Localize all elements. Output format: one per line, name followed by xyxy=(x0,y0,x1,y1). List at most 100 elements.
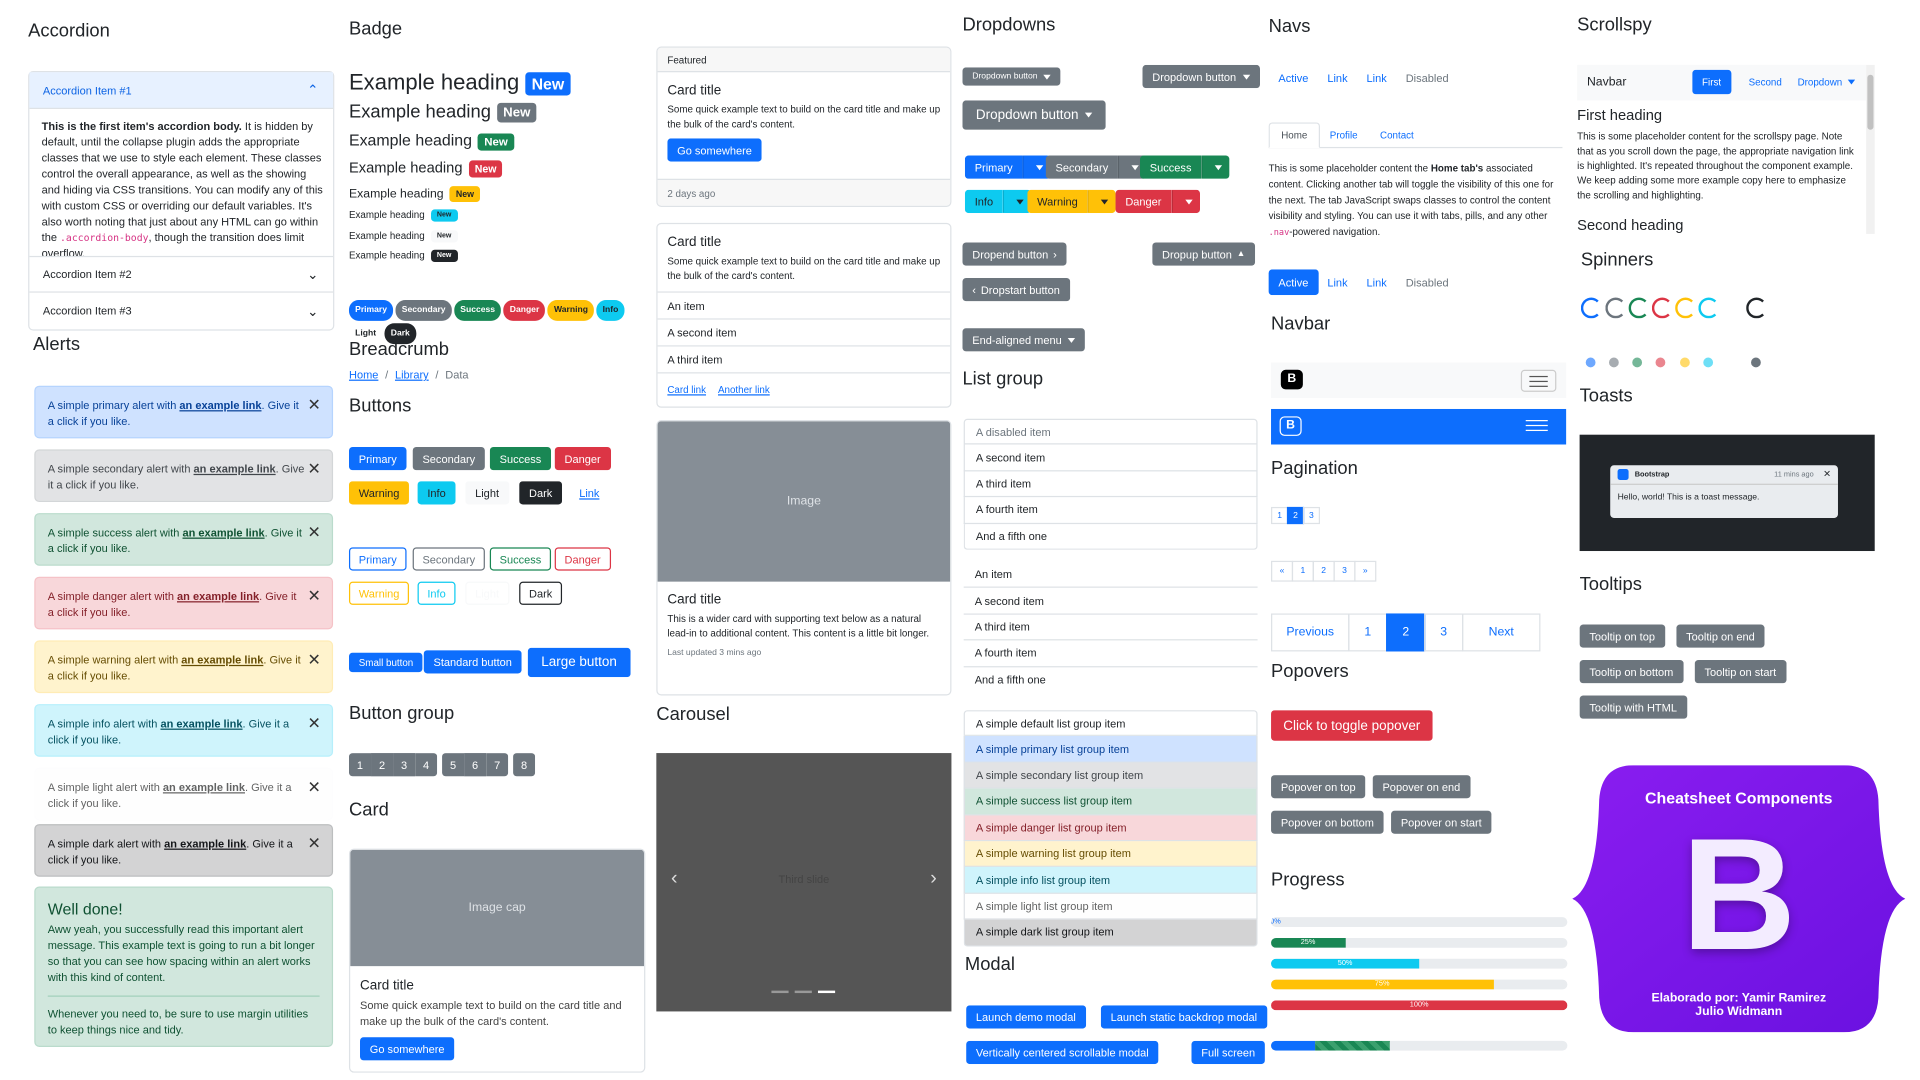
close-icon[interactable]: ✕ xyxy=(307,524,320,540)
split-dropdown-toggle[interactable] xyxy=(1201,155,1230,179)
nav-link[interactable]: Link xyxy=(1367,72,1387,84)
button-primary[interactable]: Primary xyxy=(348,446,407,471)
split-dropdown-main[interactable]: Danger xyxy=(1115,189,1172,214)
outline-button-success[interactable]: Success xyxy=(489,547,552,571)
list-group-item[interactable]: A simple info list group item xyxy=(963,867,1258,894)
close-icon[interactable]: ✕ xyxy=(307,835,320,851)
list-group-item[interactable]: A second item xyxy=(963,444,1258,472)
tooltip-bottom-button[interactable]: Tooltip on bottom xyxy=(1579,660,1684,684)
alert-link[interactable]: an example link xyxy=(164,838,246,850)
nav-link-active[interactable]: Active xyxy=(1278,72,1308,84)
carousel-indicator-active[interactable] xyxy=(817,990,836,994)
list-group-item[interactable]: A third item xyxy=(963,614,1258,641)
navbar-brand[interactable]: Navbar xyxy=(1587,76,1626,89)
list-group-item[interactable]: A simple default list group item xyxy=(963,710,1258,737)
hamburger-icon[interactable] xyxy=(1525,419,1549,432)
pagination-item[interactable]: » xyxy=(1354,560,1377,582)
tab-home[interactable]: Home xyxy=(1268,122,1321,149)
outline-button-warning[interactable]: Warning xyxy=(348,581,410,605)
list-group-item[interactable]: A simple primary list group item xyxy=(963,736,1258,763)
pagination-item[interactable]: 1 xyxy=(1291,560,1314,582)
pagination-item[interactable]: 3 xyxy=(1424,613,1464,652)
list-group-item[interactable]: An item xyxy=(963,562,1258,589)
dropup-button[interactable]: Dropup button ▲ xyxy=(1152,242,1256,266)
close-icon[interactable]: ✕ xyxy=(307,397,320,413)
list-group-item[interactable]: A fourth item xyxy=(963,497,1258,524)
tooltip-end-button[interactable]: Tooltip on end xyxy=(1676,624,1765,648)
pagination-item[interactable]: « xyxy=(1271,560,1294,582)
button-group-item-6[interactable]: 6 xyxy=(464,753,487,777)
outline-button-info[interactable]: Info xyxy=(417,581,456,605)
button-group-item-7[interactable]: 7 xyxy=(486,753,509,777)
close-icon[interactable]: ✕ xyxy=(307,779,320,795)
list-group-item[interactable]: A simple danger list group item xyxy=(963,814,1258,842)
pagination-item[interactable]: 2 xyxy=(1386,613,1426,652)
brand-logo-icon[interactable]: B xyxy=(1279,416,1302,436)
popover-start-button[interactable]: Popover on start xyxy=(1391,810,1492,834)
button-group-item-5[interactable]: 5 xyxy=(442,753,465,777)
split-dropdown-main[interactable]: Secondary xyxy=(1045,155,1119,179)
outline-button-primary[interactable]: Primary xyxy=(348,547,407,571)
button-info[interactable]: Info xyxy=(417,481,456,505)
list-group-item[interactable]: A simple secondary list group item xyxy=(963,762,1258,789)
dropdown-button-large[interactable]: Dropdown button xyxy=(962,100,1106,130)
pill-active[interactable]: Active xyxy=(1268,269,1319,296)
pill-link[interactable]: Link xyxy=(1367,277,1387,289)
outline-button-light[interactable]: Light xyxy=(465,581,509,605)
scrollspy-second-link[interactable]: Second xyxy=(1749,77,1782,88)
button-secondary[interactable]: Secondary xyxy=(412,446,485,471)
tooltip-top-button[interactable]: Tooltip on top xyxy=(1579,624,1665,648)
tab-profile[interactable]: Profile xyxy=(1330,130,1358,141)
scrollbar[interactable] xyxy=(1866,64,1875,234)
list-group-item[interactable]: A simple warning list group item xyxy=(963,841,1258,868)
another-link[interactable]: Another link xyxy=(718,384,770,395)
alert-link[interactable]: an example link xyxy=(163,781,245,793)
split-dropdown-toggle[interactable] xyxy=(1171,189,1200,214)
dropdown-button-small[interactable]: Dropdown button xyxy=(962,67,1061,86)
button-warning[interactable]: Warning xyxy=(348,481,410,505)
tooltip-start-button[interactable]: Tooltip on start xyxy=(1694,660,1786,684)
scrollspy-dropdown-link[interactable]: Dropdown xyxy=(1798,77,1856,88)
button-success[interactable]: Success xyxy=(489,446,552,471)
accordion-item-3-header[interactable]: Accordion Item #3 ⌄ xyxy=(29,291,334,329)
outline-button-danger[interactable]: Danger xyxy=(554,547,611,571)
list-group-item[interactable]: A simple light list group item xyxy=(963,893,1258,920)
popover-end-button[interactable]: Popover on end xyxy=(1372,775,1471,799)
toggle-popover-button[interactable]: Click to toggle popover xyxy=(1271,710,1433,741)
pill-link[interactable]: Link xyxy=(1327,277,1347,289)
launch-demo-modal-button[interactable]: Launch demo modal xyxy=(966,1005,1086,1029)
pagination-item[interactable]: 1 xyxy=(1271,506,1289,525)
nav-link[interactable]: Link xyxy=(1327,72,1347,84)
button-group-item-2[interactable]: 2 xyxy=(371,753,394,777)
dropstart-button[interactable]: ‹ Dropstart button xyxy=(962,277,1070,302)
go-somewhere-button[interactable]: Go somewhere xyxy=(667,138,762,162)
button-danger[interactable]: Danger xyxy=(554,446,611,471)
hamburger-icon[interactable] xyxy=(1520,369,1557,392)
pagination-item[interactable]: 3 xyxy=(1302,506,1321,525)
vertically-centered-modal-button[interactable]: Vertically centered scrollable modal xyxy=(966,1040,1159,1065)
accordion-item-2-header[interactable]: Accordion Item #2 ⌄ xyxy=(29,255,334,292)
split-dropdown-main[interactable]: Info xyxy=(964,189,1003,214)
close-icon[interactable]: ✕ xyxy=(307,460,320,476)
split-dropdown-toggle[interactable] xyxy=(1087,189,1116,214)
list-group-item[interactable]: A simple dark list group item xyxy=(963,919,1258,946)
list-group-item[interactable]: A disabled item xyxy=(963,418,1258,445)
tooltip-html-button[interactable]: Tooltip with HTML xyxy=(1579,695,1687,719)
alert-link[interactable]: an example link xyxy=(181,654,263,666)
alert-link[interactable]: an example link xyxy=(179,399,261,411)
button-link[interactable]: Link xyxy=(569,481,609,504)
carousel-indicator[interactable] xyxy=(771,990,789,994)
accordion-item-1-header[interactable]: Accordion Item #1 ⌃ xyxy=(29,72,334,109)
button-group-item-4[interactable]: 4 xyxy=(415,753,438,777)
outline-button-dark[interactable]: Dark xyxy=(519,581,563,605)
alert-link[interactable]: an example link xyxy=(194,463,276,475)
breadcrumb-home[interactable]: Home xyxy=(349,369,378,381)
button-group-item-8[interactable]: 8 xyxy=(513,753,536,777)
brand-logo-icon[interactable]: B xyxy=(1280,369,1303,390)
breadcrumb-library[interactable]: Library xyxy=(395,369,429,381)
popover-bottom-button[interactable]: Popover on bottom xyxy=(1271,810,1384,834)
pagination-item[interactable]: Previous xyxy=(1271,613,1350,652)
chevron-left-icon[interactable]: ‹ xyxy=(671,868,678,890)
split-dropdown-main[interactable]: Success xyxy=(1140,155,1202,179)
pagination-item[interactable]: 1 xyxy=(1348,613,1388,652)
